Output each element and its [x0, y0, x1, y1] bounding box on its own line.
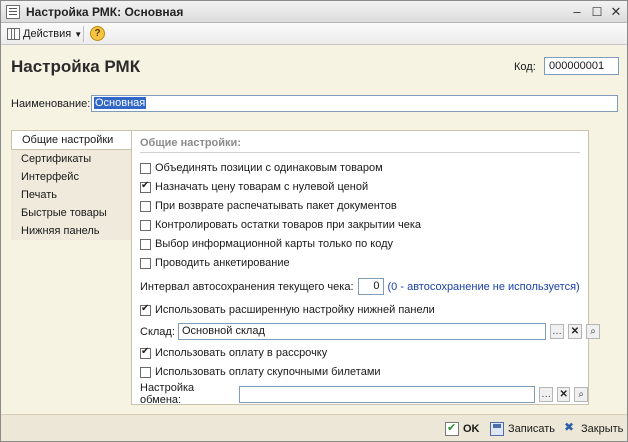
name-value: Основная: [94, 97, 147, 109]
ok-label: OK: [463, 423, 480, 435]
actions-menu[interactable]: Действия ▼: [7, 26, 82, 42]
option-control-stock[interactable]: Контролировать остатки товаров при закры…: [140, 219, 421, 231]
option-merge-positions[interactable]: Объединять позиции с одинаковым товаром: [140, 162, 383, 174]
toolbar: Действия ▼ ?: [1, 23, 627, 45]
checkbox[interactable]: [140, 200, 151, 212]
checkbox[interactable]: [140, 180, 151, 193]
exchange-field[interactable]: [238, 385, 536, 403]
chevron-down-icon: ▼: [74, 29, 83, 39]
close-icon[interactable]: ✕: [608, 4, 624, 20]
save-button[interactable]: Записать: [490, 419, 555, 439]
window-title: Настройка РМК: Основная: [26, 5, 184, 19]
clear-icon[interactable]: ✕: [568, 324, 582, 339]
code-field[interactable]: 000000001: [544, 57, 619, 75]
tab-bottom-panel[interactable]: Нижняя панель: [11, 222, 131, 240]
tab-certificates[interactable]: Сертификаты: [11, 150, 131, 168]
code-label: Код:: [514, 61, 536, 73]
section-divider: [140, 152, 580, 153]
autosave-row: Интервал автосохранения текущего чека: 0…: [140, 278, 580, 295]
option-label: Использовать оплату в рассрочку: [155, 347, 328, 359]
section-title: Общие настройки:: [140, 137, 241, 149]
checkbox[interactable]: [140, 238, 151, 250]
checkbox[interactable]: [140, 219, 151, 231]
checkbox[interactable]: [140, 162, 151, 174]
save-label: Записать: [508, 423, 556, 435]
checkbox[interactable]: [140, 366, 151, 378]
select-button[interactable]: …: [539, 386, 553, 402]
autosave-label: Интервал автосохранения текущего чека:: [140, 280, 354, 293]
ok-button[interactable]: OK: [445, 419, 480, 439]
option-zero-price[interactable]: Назначать цену товарам с нулевой ценой: [140, 180, 369, 193]
open-icon[interactable]: ⌕: [586, 324, 600, 339]
clear-icon[interactable]: ✕: [556, 386, 571, 402]
close-icon: [563, 420, 577, 436]
settings-window: Настройка РМК: Основная ‒ ☐ ✕ Действия ▼…: [0, 0, 628, 442]
help-icon[interactable]: ?: [90, 26, 105, 41]
checkbox[interactable]: [140, 257, 151, 269]
exchange-row: Настройка обмена: … ✕ ⌕: [140, 382, 589, 406]
tab-print[interactable]: Печать: [11, 186, 131, 204]
general-settings-panel: Общие настройки: Объединять позиции с од…: [131, 130, 600, 406]
option-label: Использовать расширенную настройку нижне…: [155, 304, 435, 316]
maximize-icon[interactable]: ☐: [589, 4, 605, 20]
warehouse-label: Склад:: [140, 325, 175, 338]
autosave-hint: (0 - автосохранение не используется): [387, 280, 580, 293]
toolbar-divider: [83, 26, 84, 42]
option-return-print[interactable]: При возврате распечатывать пакет докумен…: [140, 200, 397, 212]
option-survey[interactable]: Проводить анкетирование: [140, 257, 290, 269]
name-label: Наименование:: [11, 98, 91, 110]
warehouse-field[interactable]: Основной склад: [178, 323, 546, 340]
option-card-by-code[interactable]: Выбор информационной карты только по код…: [140, 238, 393, 250]
option-label: Объединять позиции с одинаковым товаром: [155, 162, 383, 174]
footer-bar: OK Записать Закрыть: [1, 414, 627, 441]
actions-icon: [7, 28, 20, 40]
option-installments[interactable]: Использовать оплату в рассрочку: [140, 346, 328, 359]
checkbox[interactable]: [140, 303, 151, 316]
ok-icon: [445, 421, 459, 436]
actions-label: Действия: [23, 28, 72, 40]
select-button[interactable]: …: [550, 324, 564, 339]
checkbox[interactable]: [140, 346, 151, 359]
form-icon: [6, 5, 20, 19]
minimize-icon[interactable]: ‒: [569, 4, 585, 20]
title-bar: Настройка РМК: Основная ‒ ☐ ✕: [1, 1, 627, 23]
tab-general[interactable]: Общие настройки: [11, 130, 131, 150]
option-label: При возврате распечатывать пакет докумен…: [155, 200, 397, 212]
option-extended-panel[interactable]: Использовать расширенную настройку нижне…: [140, 303, 435, 316]
name-field[interactable]: Основная: [91, 95, 618, 112]
warehouse-row: Склад: Основной склад … ✕ ⌕: [140, 323, 600, 340]
option-label: Использовать оплату скупочными билетами: [155, 366, 381, 378]
close-label: Закрыть: [581, 423, 624, 435]
option-label: Назначать цену товарам с нулевой ценой: [155, 181, 369, 193]
save-icon: [490, 422, 504, 436]
option-label: Выбор информационной карты только по код…: [155, 238, 394, 250]
settings-tabs: Общие настройки Сертификаты Интерфейс Пе…: [11, 130, 131, 240]
page-title: Настройка РМК: [11, 57, 141, 76]
close-button[interactable]: Закрыть: [563, 419, 623, 439]
option-buyback[interactable]: Использовать оплату скупочными билетами: [140, 366, 381, 378]
autosave-interval-input[interactable]: 0: [357, 278, 384, 295]
exchange-label: Настройка обмена:: [140, 382, 195, 406]
tab-interface[interactable]: Интерфейс: [11, 168, 131, 186]
option-label: Проводить анкетирование: [155, 257, 290, 269]
tab-quick-goods[interactable]: Быстрые товары: [11, 204, 131, 222]
open-icon[interactable]: ⌕: [574, 386, 589, 402]
option-label: Контролировать остатки товаров при закры…: [155, 219, 421, 231]
